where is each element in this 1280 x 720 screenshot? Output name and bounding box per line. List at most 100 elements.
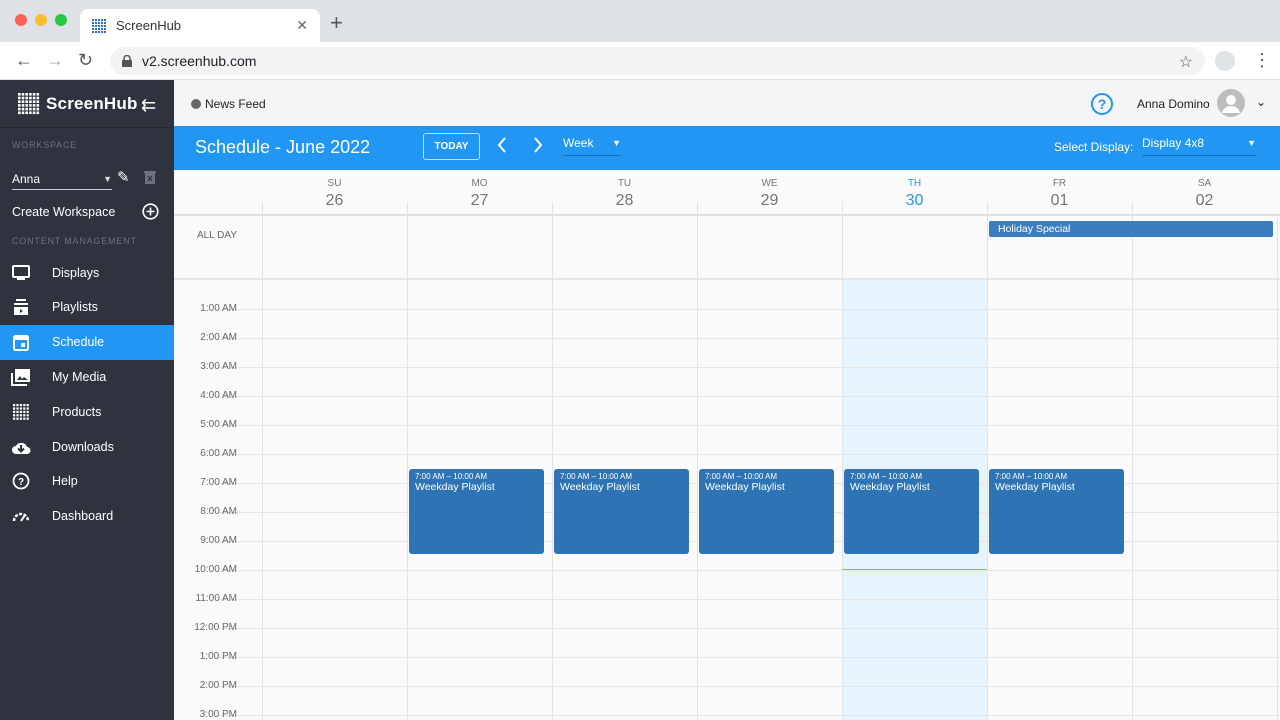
day-of-week: SU [327,178,342,189]
day-header-divider [262,202,263,216]
sidebar-item-playlists[interactable]: Playlists [0,290,174,325]
close-window-button[interactable] [15,14,27,26]
schedule-event[interactable]: 7:00 AM – 10:00 AM Weekday Playlist [409,469,544,554]
hour-gridline [218,309,1280,310]
day-column-divider [1132,216,1133,720]
workspace-select[interactable]: Anna ▼ [12,168,112,190]
select-display-label: Select Display: [1054,140,1134,154]
page-title: Schedule - June 2022 [195,137,371,157]
news-feed-link[interactable]: News Feed [191,97,266,111]
edit-pencil-icon[interactable]: ✎ [117,168,130,186]
time-label: 11:00 AM [195,593,237,604]
new-tab-button[interactable]: + [330,12,343,34]
day-column-divider [552,216,553,720]
event-time: 7:00 AM – 10:00 AM [995,472,1068,481]
time-label: 4:00 AM [200,390,237,401]
bookmark-star-icon[interactable]: ☆ [1179,52,1193,72]
current-time-indicator [842,569,987,571]
schedule-event[interactable]: 7:00 AM – 10:00 AM Weekday Playlist [699,469,834,554]
day-of-week: TU [617,178,632,189]
day-number: 02 [1195,192,1214,209]
hour-gridline [218,425,1280,426]
day-header-su[interactable]: SU 26 [262,170,407,216]
hour-gridline [218,715,1280,716]
reload-icon[interactable]: ↻ [78,50,93,70]
day-header-divider [987,202,988,216]
address-bar[interactable]: v2.screenhub.com ☆ [110,47,1205,75]
schedule-event[interactable]: 7:00 AM – 10:00 AM Weekday Playlist [844,469,979,554]
minimize-window-button[interactable] [35,14,47,26]
hour-gridline [218,599,1280,600]
sidebar-item-schedule[interactable]: Schedule [0,324,174,360]
event-title: Weekday Playlist [415,481,495,493]
day-header-we[interactable]: WE 29 [697,170,842,216]
day-column-divider [697,216,698,720]
browser-profile-avatar[interactable] [1215,51,1235,71]
next-week-icon[interactable] [532,135,544,159]
day-header-divider [697,202,698,216]
day-header-divider [842,202,843,216]
sidebar-item-label: Dashboard [52,509,114,524]
time-label: 3:00 AM [200,361,237,372]
add-circle-icon[interactable] [142,203,159,220]
today-button[interactable]: TODAY [423,133,480,160]
help-icon[interactable]: ? [1091,93,1113,115]
delete-trash-icon[interactable] [144,170,156,184]
maximize-window-button[interactable] [55,14,67,26]
day-header-tu[interactable]: TU 28 [552,170,697,216]
tab-close-icon[interactable]: ✕ [296,17,308,34]
day-column-divider [987,216,988,720]
sidebar-item-help[interactable]: ? Help [0,464,174,499]
tab-title: ScreenHub [116,18,182,33]
user-menu-chevron-icon[interactable]: ⌄ [1256,95,1266,109]
day-header-mo[interactable]: MO 27 [407,170,552,216]
sidebar-item-downloads[interactable]: Downloads [0,429,174,464]
day-number: 28 [615,192,634,209]
schedule-event[interactable]: 7:00 AM – 10:00 AM Weekday Playlist [989,469,1124,554]
collapse-sidebar-icon[interactable]: ⇇ [141,95,156,116]
all-day-event[interactable]: Holiday Special [989,221,1273,237]
event-time: 7:00 AM – 10:00 AM [850,472,923,481]
sidebar-item-label: Help [52,474,78,489]
sidebar: ScreenHub ⇇ WORKSPACE Anna ▼ ✎ Create Wo… [0,80,174,720]
sidebar-item-displays[interactable]: Displays [0,255,174,290]
user-avatar[interactable] [1217,89,1245,117]
svg-text:?: ? [18,477,24,488]
schedule-event[interactable]: 7:00 AM – 10:00 AM Weekday Playlist [554,469,689,554]
view-select[interactable]: Week ▼ [563,136,621,156]
chevron-down-icon: ▼ [612,138,621,148]
sidebar-item-label: Downloads [52,439,114,454]
user-name[interactable]: Anna Domino [1137,97,1210,111]
workspace-section-label: WORKSPACE [12,140,78,150]
hour-gridline [218,570,1280,571]
sidebar-item-my-media[interactable]: My Media [0,359,174,394]
browser-toolbar: ← → ↻ v2.screenhub.com ☆ ⋮ [0,42,1280,80]
sidebar-item-products[interactable]: Products [0,394,174,429]
time-label: 5:00 AM [200,419,237,430]
browser-tab[interactable]: ScreenHub ✕ [80,9,320,42]
create-workspace-link[interactable]: Create Workspace [12,205,115,219]
prev-week-icon[interactable] [496,135,508,159]
day-header-divider [407,202,408,216]
day-header-sa[interactable]: SA 02 [1132,170,1277,216]
browser-menu-icon[interactable]: ⋮ [1253,50,1271,70]
day-column-divider [407,216,408,720]
day-number: 01 [1050,192,1069,209]
forward-icon[interactable]: → [46,50,64,70]
day-header-fr[interactable]: FR 01 [987,170,1132,216]
hour-gridline [218,657,1280,658]
day-number: 29 [760,192,779,209]
event-time: 7:00 AM – 10:00 AM [415,472,488,481]
screenhub-logo-icon [18,92,40,114]
back-icon[interactable]: ← [15,50,33,70]
display-select[interactable]: Display 4x8 ▼ [1142,136,1256,156]
sidebar-item-dashboard[interactable]: Dashboard [0,499,174,534]
person-icon [1222,95,1240,113]
day-header-th[interactable]: TH 30 [842,170,987,216]
day-number: 27 [470,192,489,209]
all-day-label: ALL DAY [196,230,237,241]
time-label: 2:00 AM [200,332,237,343]
media-icon [11,367,31,387]
screenhub-favicon-icon [92,18,106,33]
time-label: 1:00 AM [200,303,237,314]
